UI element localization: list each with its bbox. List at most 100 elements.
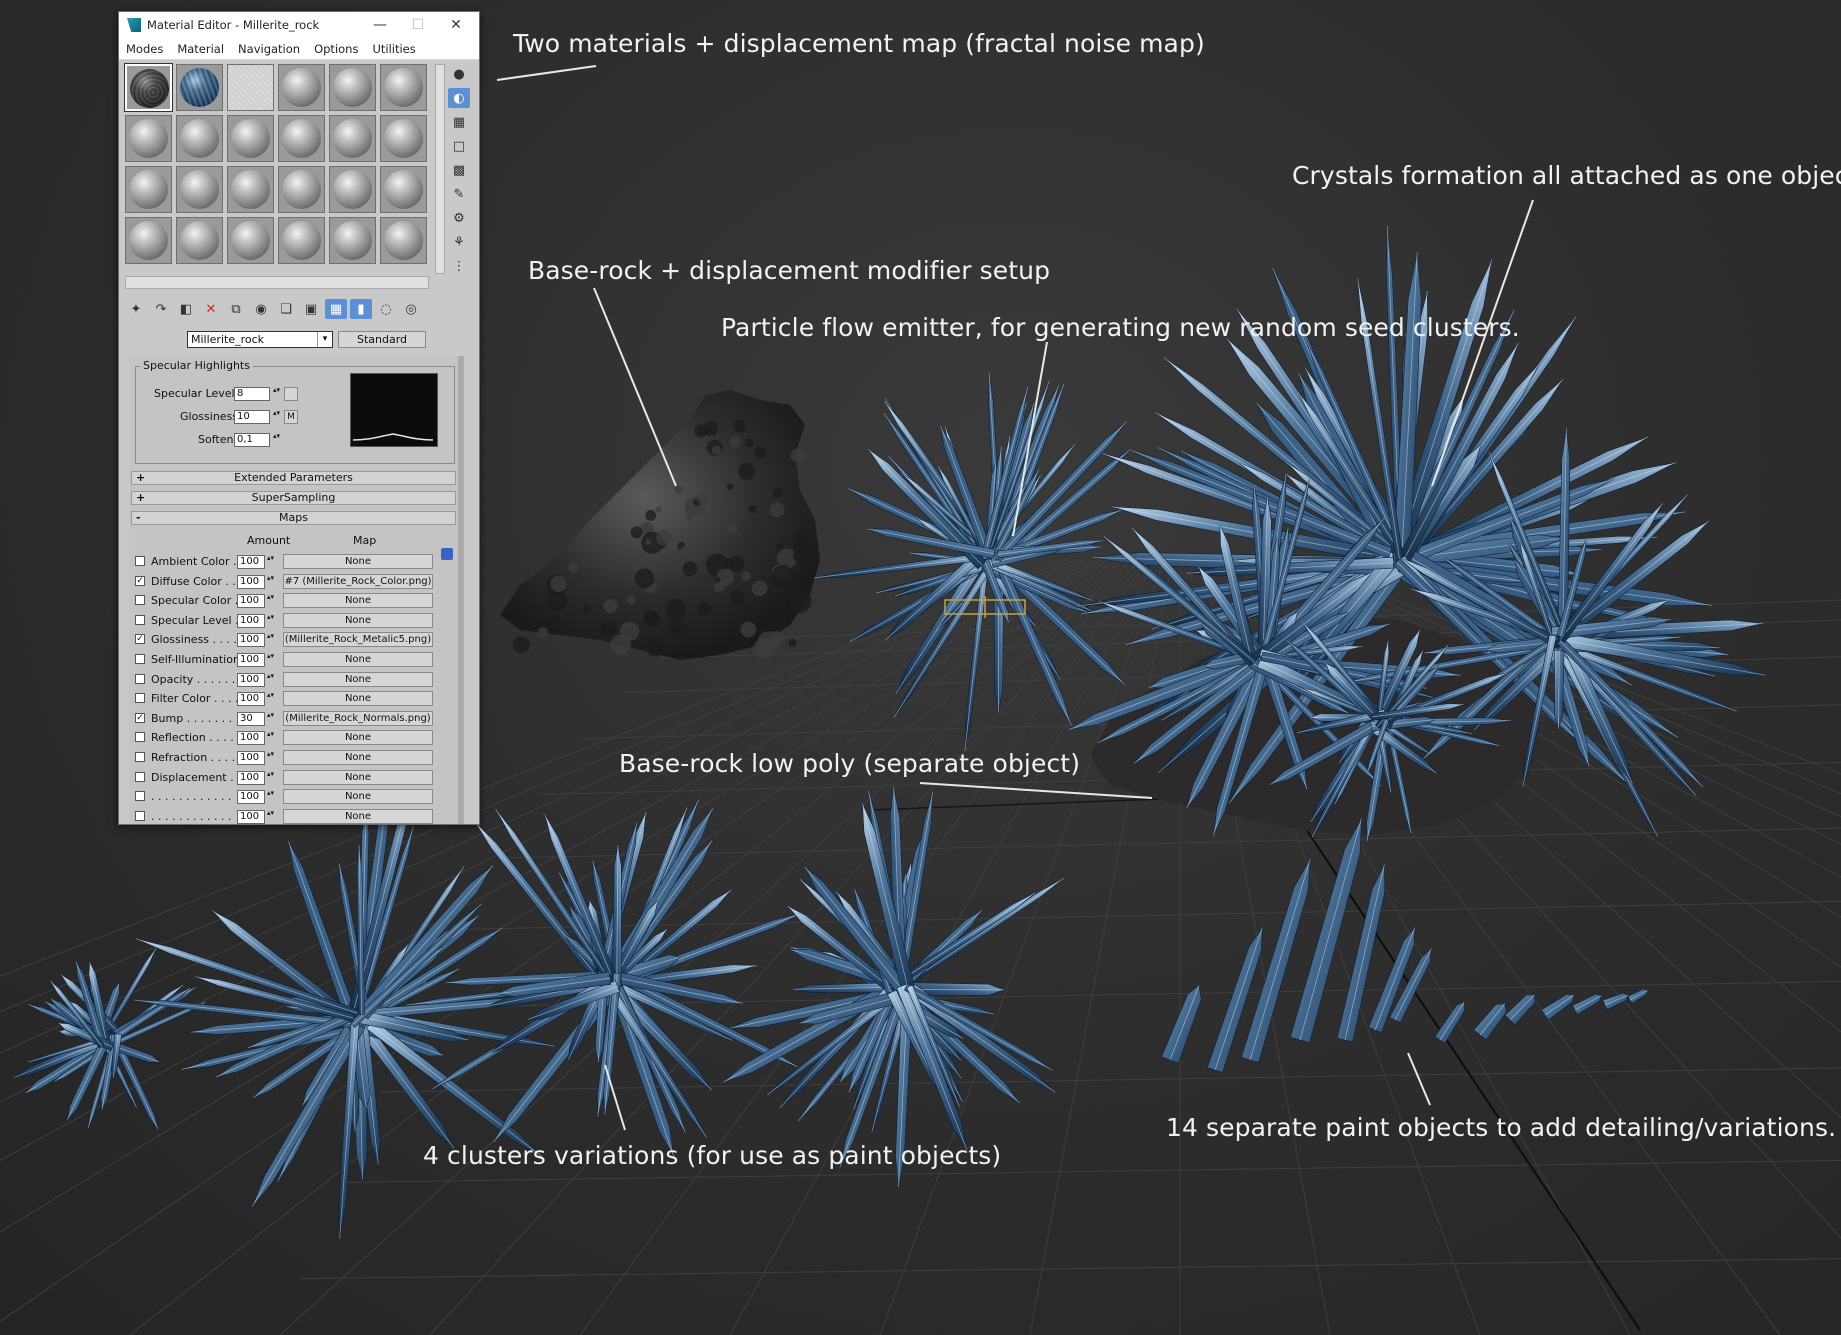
- specular-map-button[interactable]: [284, 387, 298, 401]
- map-slot-button[interactable]: None: [283, 671, 433, 687]
- material-type-button[interactable]: Standard: [338, 330, 426, 348]
- map-amount-spinner[interactable]: 100: [237, 692, 265, 707]
- material-sample-slot[interactable]: [278, 166, 325, 213]
- map-enable-checkbox[interactable]: [135, 791, 145, 802]
- material-map-navigator-icon[interactable]: ⋮: [448, 256, 470, 276]
- material-sample-slot[interactable]: [227, 166, 274, 213]
- map-enable-checkbox[interactable]: [135, 595, 145, 606]
- map-enable-checkbox[interactable]: [135, 752, 145, 762]
- menu-options[interactable]: Options: [307, 42, 365, 56]
- glossiness-spinner[interactable]: 10: [234, 410, 281, 424]
- backlight-icon[interactable]: ◐: [448, 88, 470, 108]
- material-sample-slot[interactable]: [278, 115, 325, 162]
- put-to-library-icon[interactable]: ❏: [275, 299, 297, 319]
- menu-modes[interactable]: Modes: [119, 42, 170, 56]
- go-forward-sibling-icon[interactable]: ◎: [400, 299, 422, 319]
- spinner-arrows-icon[interactable]: ▴▾: [267, 809, 275, 817]
- material-editor-titlebar[interactable]: Material Editor - Millerite_rock — ☐ ✕: [119, 12, 479, 38]
- map-amount-spinner[interactable]: 100: [237, 809, 265, 824]
- select-by-material-icon[interactable]: ⚘: [448, 232, 470, 252]
- map-slot-button[interactable]: None: [283, 691, 433, 707]
- material-sample-slot[interactable]: [380, 166, 427, 213]
- material-sample-slot[interactable]: [125, 115, 172, 162]
- map-enable-checkbox[interactable]: [135, 556, 145, 566]
- sample-slots-horizontal-scrollbar[interactable]: [125, 276, 429, 289]
- glossiness-map-button[interactable]: M: [284, 410, 298, 424]
- material-sample-slot[interactable]: [227, 115, 274, 162]
- sample-slots-vertical-scrollbar[interactable]: [435, 64, 445, 274]
- sample-uv-tiling-icon[interactable]: □: [448, 136, 470, 156]
- soften-spinner[interactable]: 0,1: [234, 433, 281, 447]
- map-slot-button[interactable]: None: [283, 554, 433, 569]
- menu-material[interactable]: Material: [170, 42, 231, 56]
- map-slot-button[interactable]: (Millerite_Rock_Metalic5.png): [283, 632, 433, 648]
- minimize-button[interactable]: —: [361, 12, 399, 38]
- material-sample-slot[interactable]: [278, 64, 325, 111]
- go-to-parent-icon[interactable]: ◌: [375, 299, 397, 319]
- reset-map-icon[interactable]: ✕: [200, 299, 222, 319]
- map-amount-spinner[interactable]: 100: [237, 594, 265, 609]
- material-sample-slot[interactable]: [176, 166, 223, 213]
- map-enable-checkbox[interactable]: [135, 810, 145, 821]
- map-enable-checkbox[interactable]: [135, 732, 145, 743]
- material-sample-slot[interactable]: [278, 217, 325, 264]
- rollout-extended-parameters[interactable]: + Extended Parameters: [131, 471, 456, 485]
- get-material-icon[interactable]: ✦: [125, 299, 147, 319]
- map-amount-spinner[interactable]: 30: [237, 711, 265, 726]
- material-sample-slot[interactable]: [176, 64, 223, 111]
- make-preview-icon[interactable]: ✎: [448, 184, 470, 204]
- copy-material-icon[interactable]: ⧉: [225, 299, 247, 319]
- menu-utilities[interactable]: Utilities: [365, 42, 422, 56]
- spinner-arrows-icon[interactable]: ▴▾: [267, 751, 275, 758]
- map-slot-button[interactable]: None: [283, 808, 433, 824]
- map-enable-checkbox[interactable]: [135, 673, 145, 684]
- spinner-arrows-icon[interactable]: ▴▾: [267, 770, 275, 778]
- map-amount-spinner[interactable]: 100: [237, 790, 265, 805]
- spinner-arrows-icon[interactable]: ▴▾: [267, 555, 275, 562]
- map-amount-spinner[interactable]: 100: [237, 653, 265, 667]
- map-amount-spinner[interactable]: 100: [237, 770, 265, 785]
- map-enable-checkbox[interactable]: [135, 614, 145, 625]
- spinner-arrows-icon[interactable]: ▴▾: [267, 653, 275, 660]
- make-unique-icon[interactable]: ◉: [250, 299, 272, 319]
- material-sample-slot[interactable]: [176, 217, 223, 264]
- map-enable-checkbox[interactable]: [135, 771, 145, 782]
- rollout-maps[interactable]: - Maps: [131, 511, 456, 525]
- options-icon[interactable]: ⚙: [448, 208, 470, 228]
- material-sample-slot[interactable]: [124, 63, 173, 112]
- spinner-arrows-icon[interactable]: ▴▾: [267, 594, 275, 601]
- map-amount-spinner[interactable]: 100: [237, 731, 265, 746]
- material-sample-slot[interactable]: [380, 217, 427, 264]
- close-button[interactable]: ✕: [437, 12, 475, 38]
- map-slot-button[interactable]: None: [283, 769, 433, 785]
- map-slot-button[interactable]: None: [283, 730, 433, 746]
- map-enable-checkbox[interactable]: ✓: [135, 712, 145, 723]
- assign-to-selection-icon[interactable]: ◧: [175, 299, 197, 319]
- map-slot-button[interactable]: #7 (Millerite_Rock_Color.png): [283, 573, 433, 589]
- material-sample-slot[interactable]: [176, 115, 223, 162]
- show-end-result-icon[interactable]: ▮: [350, 299, 372, 319]
- spinner-arrows-icon[interactable]: ▴▾: [267, 613, 275, 621]
- material-name-field[interactable]: Millerite_rock ▾: [187, 330, 333, 348]
- material-sample-slot[interactable]: [329, 64, 376, 111]
- map-enable-checkbox[interactable]: ✓: [135, 634, 145, 645]
- put-to-scene-icon[interactable]: ↷: [150, 299, 172, 319]
- show-shaded-material-icon[interactable]: ▦: [325, 299, 347, 319]
- parameters-scrollbar[interactable]: [458, 356, 464, 824]
- map-amount-spinner[interactable]: 100: [237, 633, 265, 648]
- material-sample-slot[interactable]: [227, 217, 274, 264]
- map-slot-button[interactable]: None: [283, 789, 433, 805]
- spinner-arrows-icon[interactable]: ▴▾: [267, 692, 275, 699]
- map-slot-button[interactable]: None: [283, 612, 433, 628]
- material-sample-slot[interactable]: [380, 64, 427, 111]
- background-checker-icon[interactable]: ▦: [448, 112, 470, 132]
- material-sample-slot[interactable]: [227, 64, 274, 111]
- rollout-supersampling[interactable]: + SuperSampling: [131, 491, 456, 505]
- map-amount-spinner[interactable]: 100: [237, 574, 265, 589]
- map-slot-button[interactable]: None: [283, 652, 433, 667]
- map-slot-button[interactable]: (Millerite_Rock_Normals.png): [283, 710, 433, 726]
- specular-level-spinner[interactable]: 8: [234, 387, 281, 401]
- material-sample-slot[interactable]: [329, 166, 376, 213]
- spinner-arrows-icon[interactable]: ▴▾: [267, 574, 275, 582]
- map-slot-button[interactable]: None: [283, 750, 433, 765]
